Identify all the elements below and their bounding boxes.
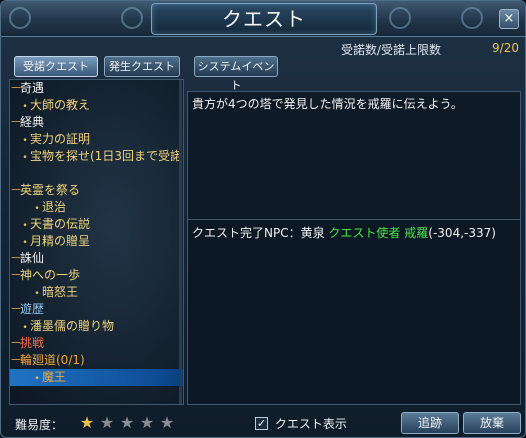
track-button[interactable]: 追跡 (401, 412, 459, 434)
left-ornament-icon (9, 7, 31, 29)
show-quest-toggle[interactable]: ✓ クエスト表示 (255, 415, 347, 431)
quest-item[interactable]: • 実力の証明 (10, 131, 183, 148)
tab-system-events[interactable]: システムイベント (194, 56, 278, 92)
quest-label: 英霊を祭る (20, 183, 81, 197)
quest-list-panel: －奇遇 • 大師の教え －経典 • 実力の証明 • 宝物を探せ(1日3回まで受諾 －英霊を祭る •… (9, 79, 184, 405)
title-bar[interactable]: クエスト × (1, 1, 525, 37)
difficulty-label: 難易度： (15, 418, 64, 432)
abandon-button[interactable]: 放棄 (463, 412, 521, 434)
window-title: クエスト (222, 7, 306, 31)
right-ornament-icon (461, 7, 483, 29)
star-icon: ★ (139, 413, 155, 432)
quest-label: 遊歴 (20, 302, 45, 316)
quest-limit-label: 受諾数/受諾上限数 (341, 43, 442, 57)
cloud-ornament-icon (121, 7, 143, 29)
quest-label: 実力の証明 (30, 132, 91, 146)
quest-item[interactable]: • 月精の贈呈 (10, 233, 183, 250)
completion-npc-prefix: クエスト完了NPC：黄泉 (192, 226, 325, 240)
cloud-ornament-icon (389, 7, 411, 29)
tab-accepted-quests[interactable]: 受諾クエスト (14, 56, 98, 77)
quest-window: クエスト × 受諾数/受諾上限数 9/20 受諾クエスト 発生クエスト システム… (0, 0, 526, 438)
quest-label: 挑戦 (20, 336, 45, 350)
bullet-icon: • (34, 374, 40, 384)
quest-label: 輪廻道(0/1) (20, 353, 85, 367)
quest-item[interactable]: • 大師の教え (10, 97, 183, 114)
collapse-icon: － (10, 251, 23, 265)
quest-label: 経典 (20, 115, 45, 129)
checkmark-icon: ✓ (256, 417, 267, 430)
quest-description-panel: 貴方が4つの塔で発見した情況を戒羅に伝えよう。 (187, 91, 521, 226)
bottom-bar: 難易度： ★ ★ ★ ★ ★ ✓ クエスト表示 追跡 放棄 (1, 407, 525, 437)
quest-item[interactable]: • 潘墨儒の贈り物 (10, 318, 183, 335)
quest-label: 誅仙 (20, 251, 45, 265)
show-quest-label: クエスト表示 (274, 417, 347, 431)
collapse-icon: － (10, 183, 23, 197)
collapse-icon: － (10, 302, 23, 316)
bullet-icon: • (22, 153, 28, 163)
quest-label: 月精の贈呈 (30, 234, 91, 248)
quest-item[interactable]: • 魔王 (10, 369, 183, 386)
quest-tree: －奇遇 • 大師の教え －経典 • 実力の証明 • 宝物を探せ(1日3回まで受諾 －英霊を祭る •… (10, 80, 183, 386)
bullet-icon: • (22, 102, 28, 112)
star-icon: ★ (159, 413, 175, 432)
quest-label: 天書の伝説 (30, 217, 91, 231)
collapse-icon: － (10, 336, 23, 350)
tab-available-quests[interactable]: 発生クエスト (104, 56, 180, 77)
completion-npc-line: クエスト完了NPC：黄泉 クエスト使者 戒羅(-304,-337) (192, 224, 496, 241)
quest-label: 退治 (42, 200, 67, 214)
quest-label: 大師の教え (30, 98, 91, 112)
star-icon: ★ (99, 413, 115, 432)
quest-item[interactable]: • 天書の伝説 (10, 216, 183, 233)
quest-label: 奇遇 (20, 81, 45, 95)
collapse-icon: － (10, 268, 23, 282)
quest-label: 潘墨儒の贈り物 (30, 319, 115, 333)
quest-item[interactable]: • 宝物を探せ(1日3回まで受諾 (10, 148, 183, 165)
bullet-icon: • (22, 323, 28, 333)
quest-category[interactable]: －挑戦 (10, 335, 183, 352)
completion-npc-coords[interactable]: (-304,-337) (428, 226, 496, 240)
collapse-icon: － (10, 353, 23, 367)
bullet-icon: • (22, 136, 28, 146)
bullet-icon: • (34, 289, 40, 299)
quest-label: 神への一歩 (20, 268, 81, 282)
collapse-icon: － (10, 115, 23, 129)
collapse-icon: － (10, 81, 23, 95)
star-icon: ★ (119, 413, 135, 432)
close-button[interactable]: × (499, 9, 519, 29)
quest-category[interactable]: －神への一歩 (10, 267, 183, 284)
quest-info-panel: クエスト完了NPC：黄泉 クエスト使者 戒羅(-304,-337) (187, 219, 521, 405)
quest-category[interactable]: －英霊を祭る (10, 182, 183, 199)
quest-category[interactable]: －経典 (10, 114, 183, 131)
quest-label: 暗怒王 (42, 285, 79, 299)
completion-npc-name[interactable]: 戒羅 (404, 226, 428, 240)
quest-label: 宝物を探せ(1日3回まで受諾 (30, 149, 182, 163)
quest-category[interactable]: －奇遇 (10, 80, 183, 97)
bullet-icon: • (22, 221, 28, 231)
difficulty-stars: ★ ★ ★ ★ ★ (77, 413, 177, 433)
quest-category[interactable]: －誅仙 (10, 250, 183, 267)
bullet-icon: • (34, 204, 40, 214)
close-icon: × (503, 11, 515, 26)
star-icon: ★ (79, 413, 95, 432)
quest-item[interactable]: • 退治 (10, 199, 183, 216)
completion-npc-title[interactable]: クエスト使者 (328, 226, 400, 240)
quest-category[interactable]: －輪廻道(0/1) (10, 352, 183, 369)
bullet-icon: • (22, 238, 28, 248)
quest-description: 貴方が4つの塔で発見した情況を戒羅に伝えよう。 (192, 97, 463, 111)
quest-category[interactable]: －遊歴 (10, 301, 183, 318)
quest-list-scrollbar[interactable] (179, 80, 182, 404)
quest-label: 魔王 (42, 370, 67, 384)
quest-limit-count: 9/20 (492, 41, 519, 55)
show-quest-checkbox[interactable]: ✓ (255, 417, 268, 430)
quest-item[interactable]: • 暗怒王 (10, 284, 183, 301)
